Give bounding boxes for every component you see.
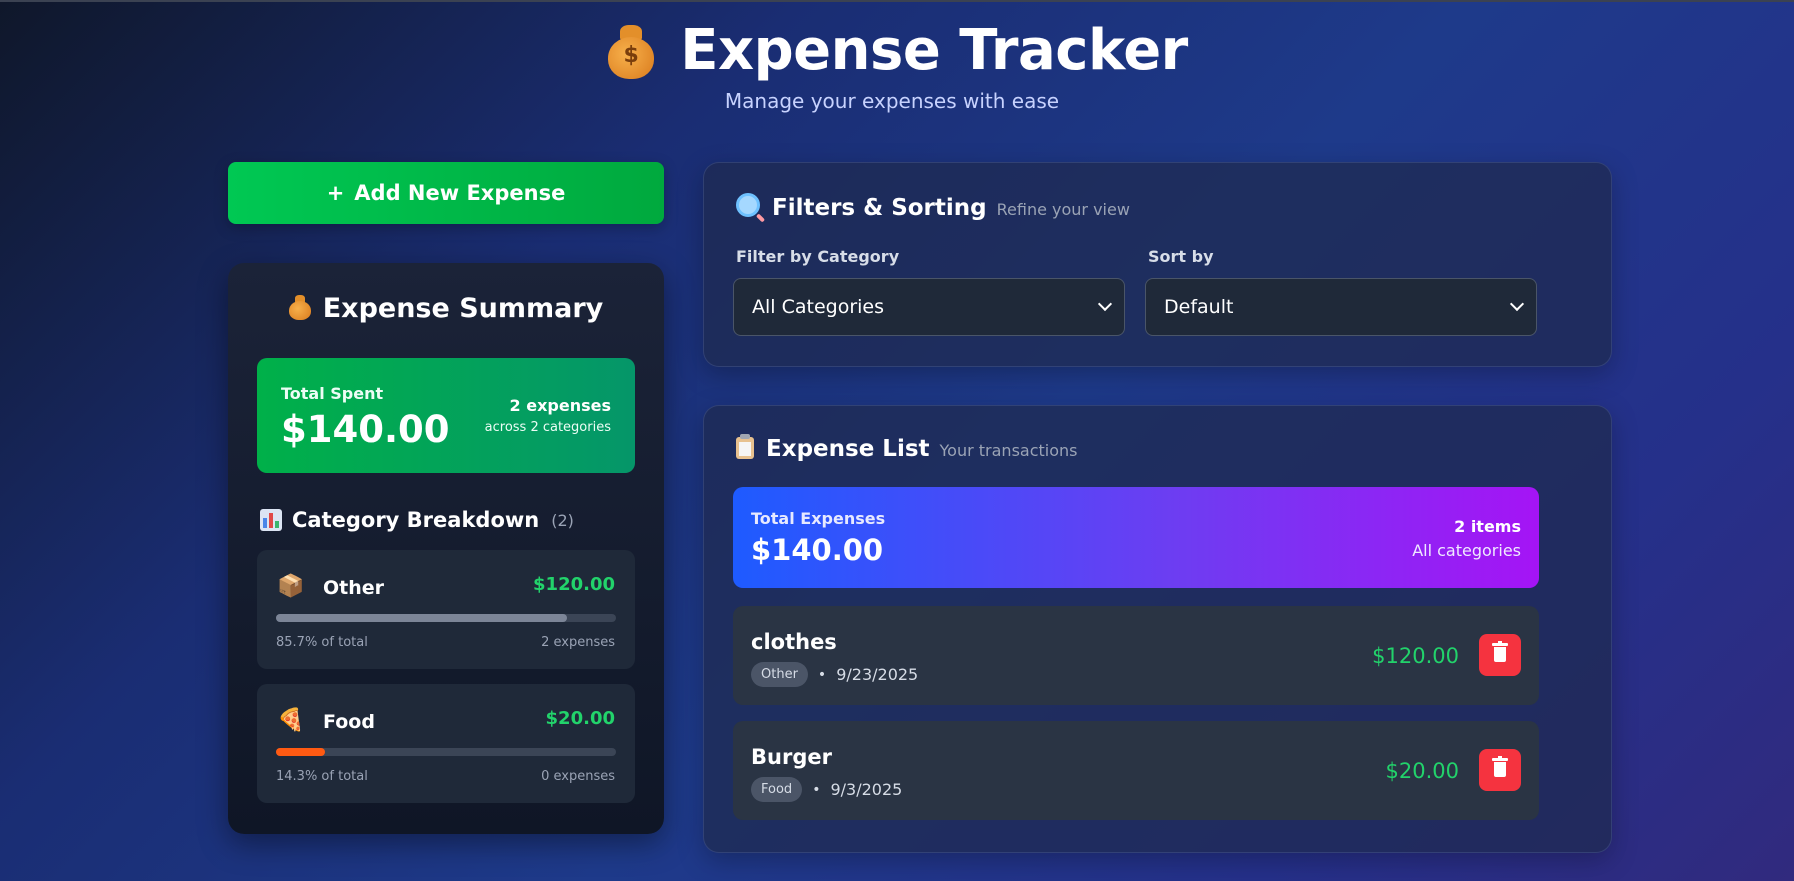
- expense-date: 9/3/2025: [830, 780, 903, 799]
- category-name: Other: [323, 577, 385, 599]
- category-card: 📦 Other $120.00 85.7% of total 2 expenses: [257, 550, 635, 669]
- category-name: Food: [323, 711, 375, 733]
- expense-row: Burger Food • 9/3/2025 $20.00: [733, 721, 1539, 820]
- category-count-badge: (2): [551, 510, 574, 530]
- expense-name: clothes: [751, 630, 837, 654]
- expense-row: clothes Other • 9/23/2025 $120.00: [733, 606, 1539, 705]
- category-badge: Other: [751, 662, 808, 687]
- category-filter-value: All Categories: [752, 296, 885, 318]
- filters-panel: Filters & Sorting Refine your view Filte…: [703, 162, 1612, 367]
- category-breakdown-heading: Category Breakdown (2): [260, 508, 574, 532]
- category-percent: 14.3% of total: [276, 769, 368, 784]
- page-subtitle: Manage your expenses with ease: [724, 89, 1060, 113]
- sort-label: Sort by: [1148, 247, 1214, 266]
- clipboard-icon: [736, 434, 754, 459]
- category-count: across 2 categories: [484, 420, 611, 435]
- filters-title: Filters & Sorting: [736, 193, 987, 221]
- category-badge: Food: [751, 777, 803, 802]
- add-expense-button[interactable]: + Add New Expense: [228, 162, 664, 224]
- chevron-down-icon: [1509, 296, 1525, 312]
- separator-dot: •: [812, 781, 821, 798]
- expense-count: 2 expenses: [509, 396, 611, 415]
- category-filter-select[interactable]: All Categories: [733, 278, 1125, 336]
- total-spent-card: Total Spent $140.00 2 expenses across 2 …: [257, 358, 635, 473]
- items-scope: All categories: [1412, 541, 1521, 560]
- page-title: Expense Tracker: [680, 18, 1188, 83]
- expense-name: Burger: [751, 745, 832, 769]
- sort-value: Default: [1164, 296, 1234, 318]
- category-progress-fill: [276, 748, 325, 756]
- trash-icon: [1492, 756, 1508, 777]
- plus-icon: +: [326, 181, 345, 205]
- total-expenses-label: Total Expenses: [751, 509, 886, 528]
- total-expenses-value: $140.00: [751, 533, 884, 567]
- delete-expense-button[interactable]: [1479, 749, 1521, 791]
- chevron-down-icon: [1097, 296, 1113, 312]
- trash-icon: [1492, 641, 1508, 662]
- total-spent-value: $140.00: [281, 408, 450, 451]
- category-progress-fill: [276, 614, 568, 622]
- items-count: 2 items: [1454, 517, 1521, 536]
- pizza-icon: 🍕: [277, 708, 305, 733]
- add-expense-label: Add New Expense: [354, 181, 566, 205]
- window-top-border: [0, 0, 1794, 2]
- money-bag-icon: $: [606, 23, 656, 79]
- expense-amount: $20.00: [1385, 759, 1459, 783]
- total-expenses-banner: Total Expenses $140.00 2 items All categ…: [733, 487, 1539, 588]
- category-progress-track: [276, 748, 616, 756]
- separator-dot: •: [817, 666, 827, 683]
- expense-list-subtitle: Your transactions: [939, 441, 1078, 460]
- package-icon: 📦: [277, 574, 305, 599]
- category-expense-count: 0 expenses: [541, 769, 615, 784]
- total-spent-label: Total Spent: [281, 384, 384, 403]
- expense-list-title: Expense List: [736, 434, 930, 462]
- category-expense-count: 2 expenses: [541, 635, 615, 650]
- app-header: $ Expense Tracker Manage your expenses w…: [0, 18, 1794, 113]
- expense-amount: $120.00: [1372, 644, 1459, 668]
- delete-expense-button[interactable]: [1479, 634, 1521, 676]
- category-amount: $20.00: [545, 708, 615, 729]
- sort-select[interactable]: Default: [1145, 278, 1537, 336]
- category-filter-label: Filter by Category: [736, 247, 900, 266]
- money-bag-icon: [288, 294, 311, 320]
- category-card: 🍕 Food $20.00 14.3% of total 0 expenses: [257, 684, 635, 803]
- expense-date: 9/23/2025: [836, 665, 919, 684]
- magnifier-icon: [736, 193, 760, 217]
- category-percent: 85.7% of total: [276, 635, 368, 650]
- expense-summary-card: Expense Summary Total Spent $140.00 2 ex…: [228, 263, 664, 834]
- category-progress-track: [276, 614, 616, 622]
- expense-list-panel: Expense List Your transactions Total Exp…: [703, 405, 1612, 853]
- category-amount: $120.00: [533, 574, 615, 595]
- bar-chart-icon: [260, 509, 282, 531]
- filters-subtitle: Refine your view: [996, 200, 1130, 219]
- summary-title: Expense Summary: [228, 293, 664, 324]
